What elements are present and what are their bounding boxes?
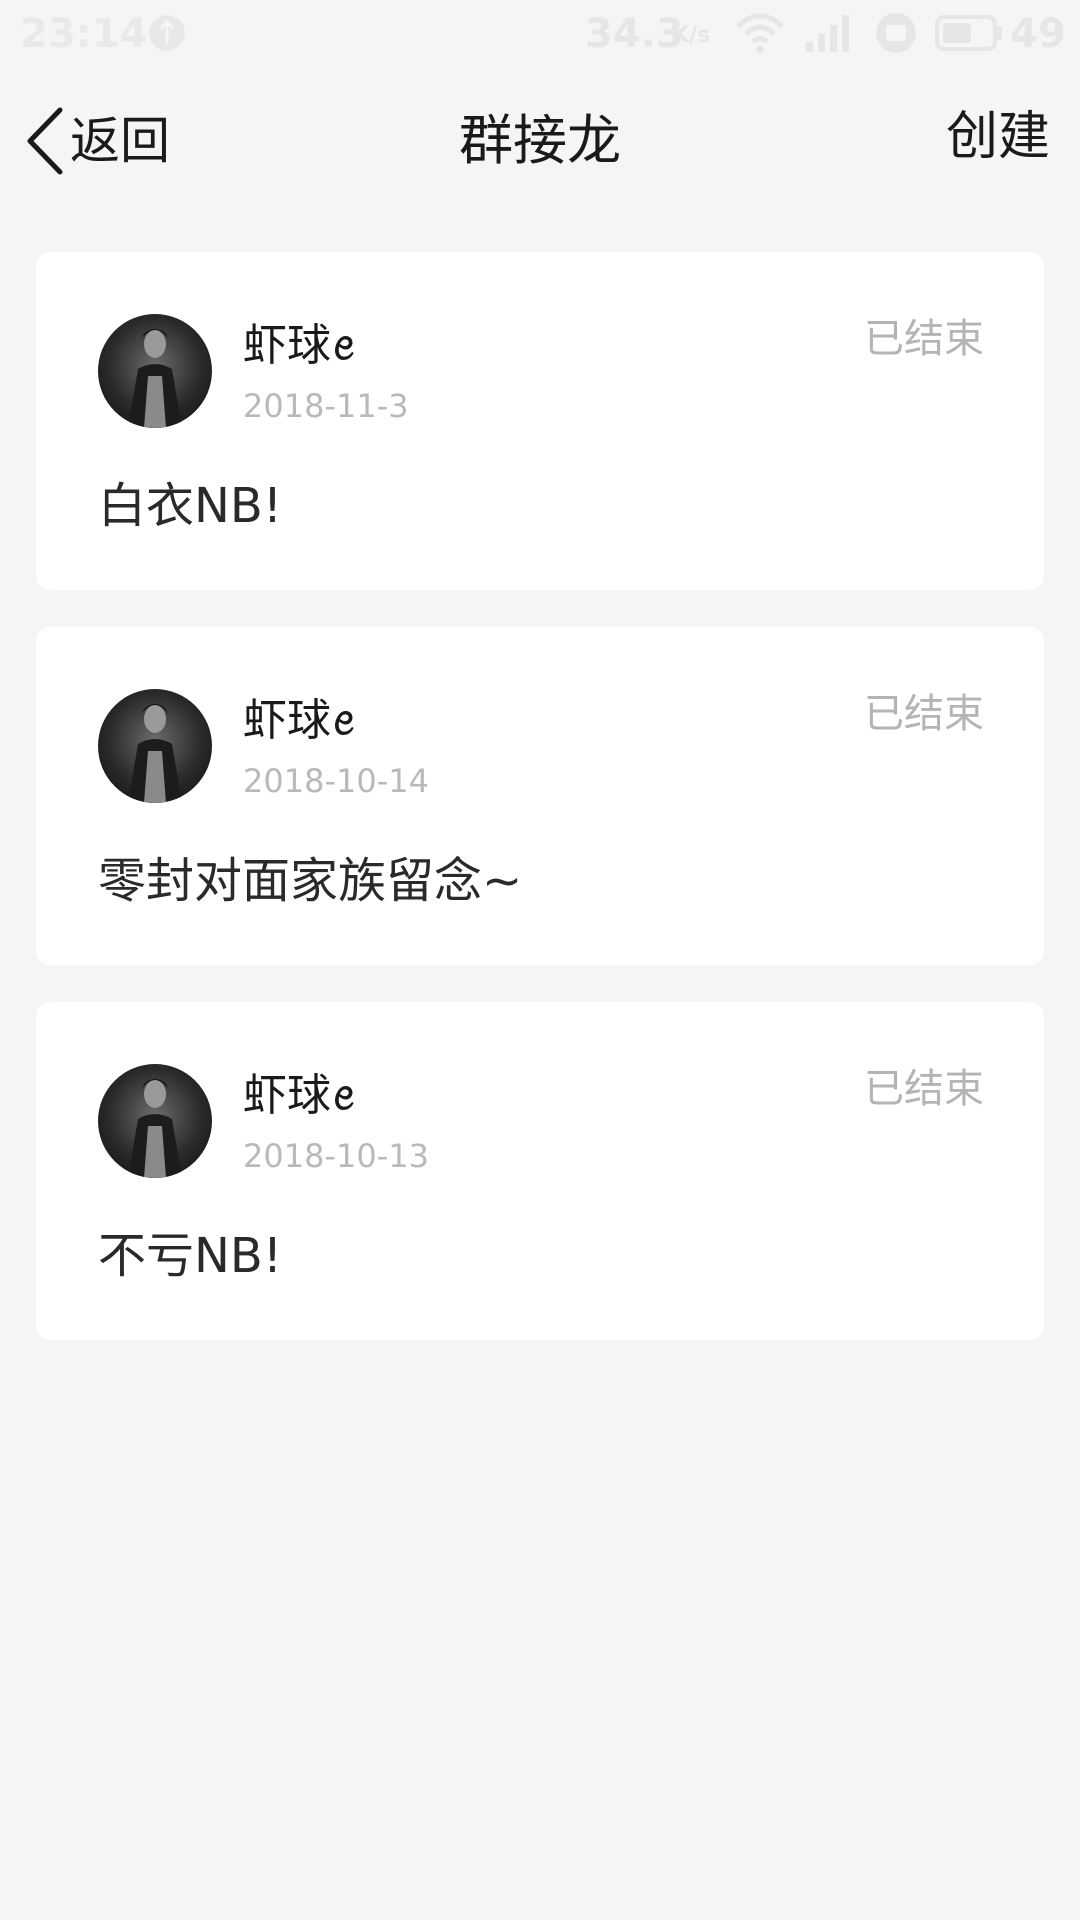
status-badge: 已结束 <box>864 1066 984 1112</box>
avatar[interactable] <box>98 1064 212 1178</box>
status-badge: 已结束 <box>864 316 984 362</box>
nav-bar: 返回 群接龙 创建 <box>0 68 1080 213</box>
post-date: 2018-10-14 <box>243 762 429 800</box>
notification-icon <box>149 15 185 51</box>
avatar[interactable] <box>98 314 212 428</box>
avatar-image <box>128 704 182 803</box>
network-speed: 34.3 <box>585 11 684 57</box>
create-button[interactable]: 创建 <box>946 102 1050 172</box>
hd-icon <box>876 13 916 53</box>
battery-icon <box>935 15 1002 51</box>
card-title: 零封对面家族留念~ <box>98 853 523 909</box>
post-date: 2018-11-3 <box>243 387 409 425</box>
status-time: 23:14 <box>20 11 148 57</box>
wifi-icon <box>736 13 784 53</box>
author-name: 虾球ꫀ <box>243 1070 356 1121</box>
network-speed-unit: K/s <box>672 23 711 48</box>
avatar-image <box>128 1079 182 1178</box>
post-date: 2018-10-13 <box>243 1137 429 1175</box>
card-list: 虾球ꫀ 2018-11-3 已结束 白衣NB! 虾球ꫀ 2018-10-14 已… <box>36 252 1044 1377</box>
avatar-image <box>128 329 182 428</box>
card-title: 白衣NB! <box>98 478 283 534</box>
status-badge: 已结束 <box>864 691 984 737</box>
status-bar: 23:14 34.3 K/s 49 <box>0 0 1080 68</box>
page-title: 群接龙 <box>459 109 621 172</box>
author-name: 虾球ꫀ <box>243 695 356 746</box>
signal-icon <box>806 15 849 52</box>
list-item[interactable]: 虾球ꫀ 2018-10-13 已结束 不亏NB! <box>36 1002 1044 1340</box>
list-item[interactable]: 虾球ꫀ 2018-10-14 已结束 零封对面家族留念~ <box>36 627 1044 965</box>
list-item[interactable]: 虾球ꫀ 2018-11-3 已结束 白衣NB! <box>36 252 1044 590</box>
card-title: 不亏NB! <box>98 1228 283 1284</box>
battery-level: 49 <box>1010 11 1066 57</box>
avatar[interactable] <box>98 689 212 803</box>
author-name: 虾球ꫀ <box>243 320 356 371</box>
